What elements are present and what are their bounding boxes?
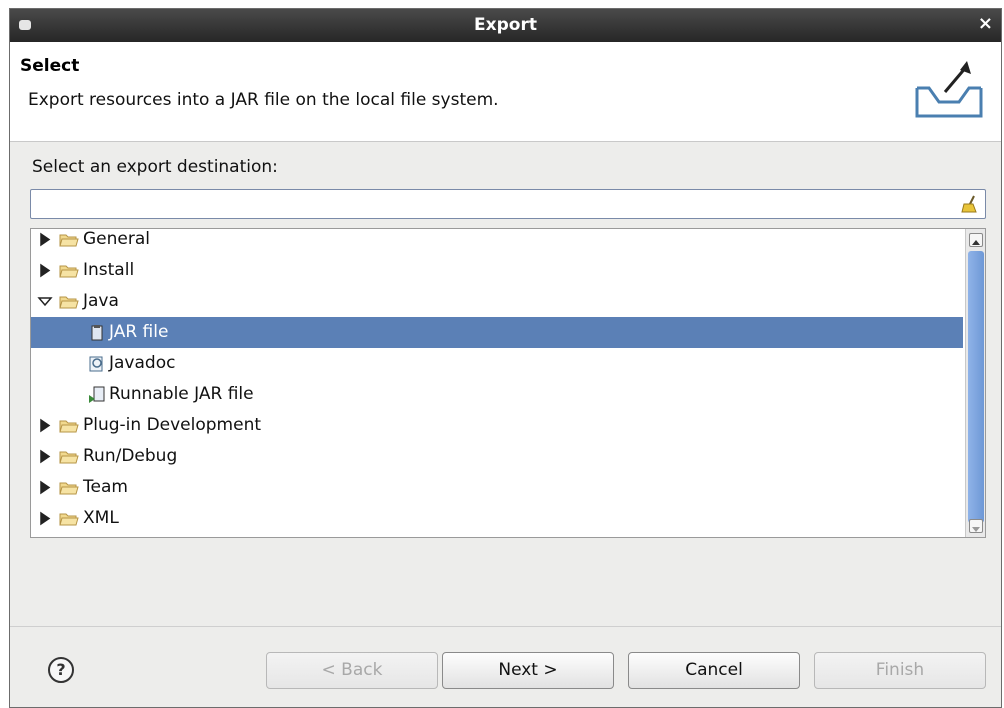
page-description: Export resources into a JAR file on the …: [28, 90, 499, 110]
tree-scrollbar[interactable]: [965, 229, 985, 537]
tree-item-label: Plug-in Development: [83, 415, 262, 435]
title-bar: Export ×: [10, 9, 1001, 42]
tree-item[interactable]: Java: [31, 286, 963, 317]
tree-item-label: Runnable JAR file: [109, 384, 254, 404]
folder-icon: [59, 420, 79, 433]
collapsed-arrow-icon[interactable]: [37, 441, 53, 472]
tree-item[interactable]: General: [31, 228, 963, 255]
tree-item-label: Java: [83, 291, 119, 311]
export-wizard-icon: [915, 61, 983, 118]
folder-icon: [59, 296, 79, 309]
tree-item-label: Run/Debug: [83, 446, 178, 466]
folder-icon: [59, 482, 79, 495]
folder-icon: [59, 234, 79, 247]
clear-filter-icon[interactable]: [959, 194, 979, 214]
page-title: Select: [20, 56, 80, 76]
back-button[interactable]: < Back: [266, 652, 438, 689]
scroll-down-arrow[interactable]: [969, 519, 983, 533]
folder-icon: [59, 451, 79, 464]
filter-input[interactable]: [35, 192, 935, 216]
cancel-button[interactable]: Cancel: [628, 652, 800, 689]
collapsed-arrow-icon[interactable]: [37, 228, 53, 255]
wizard-banner: Select Export resources into a JAR file …: [10, 42, 1001, 142]
tree-item[interactable]: Run/Debug: [31, 441, 963, 472]
close-button[interactable]: ×: [978, 13, 993, 34]
help-button[interactable]: ?: [48, 657, 74, 683]
javadoc-icon: [89, 356, 103, 372]
jar-file-icon: [91, 325, 103, 341]
window-title: Export: [474, 15, 537, 35]
collapsed-arrow-icon[interactable]: [37, 503, 53, 534]
destination-label: Select an export destination:: [32, 157, 278, 177]
tree-item-label: Install: [83, 260, 135, 280]
tree-item[interactable]: Install: [31, 255, 963, 286]
destination-tree[interactable]: General Install Java JAR file Javadoc Runnabl…: [30, 228, 986, 538]
tree-item[interactable]: Plug-in Development: [31, 410, 963, 441]
tree-item[interactable]: Javadoc: [31, 348, 963, 379]
runnable-jar-icon: [89, 386, 105, 403]
footer-separator: [10, 626, 1001, 627]
tree-item[interactable]: JAR file: [31, 317, 963, 348]
tree-item-label: Javadoc: [109, 353, 176, 373]
tree-item-label: Team: [83, 477, 128, 497]
tree-list: General Install Java JAR file Javadoc Runnabl…: [31, 228, 963, 534]
next-button[interactable]: Next >: [442, 652, 614, 689]
expanded-arrow-icon[interactable]: [37, 286, 53, 317]
collapsed-arrow-icon[interactable]: [37, 255, 53, 286]
tree-item-label: General: [83, 229, 150, 249]
tree-item[interactable]: Team: [31, 472, 963, 503]
folder-icon: [59, 513, 79, 526]
filter-field[interactable]: [30, 189, 986, 219]
collapsed-arrow-icon[interactable]: [37, 410, 53, 441]
tree-item-label: JAR file: [109, 322, 169, 342]
folder-icon: [59, 265, 79, 278]
tree-item[interactable]: XML: [31, 503, 963, 534]
finish-button[interactable]: Finish: [814, 652, 986, 689]
collapsed-arrow-icon[interactable]: [37, 472, 53, 503]
tree-item-label: XML: [83, 508, 119, 528]
scroll-thumb[interactable]: [968, 251, 984, 523]
scroll-up-arrow[interactable]: [969, 233, 983, 247]
export-dialog: Export × Select Export resources into a …: [9, 8, 1002, 708]
tree-item[interactable]: Runnable JAR file: [31, 379, 963, 410]
